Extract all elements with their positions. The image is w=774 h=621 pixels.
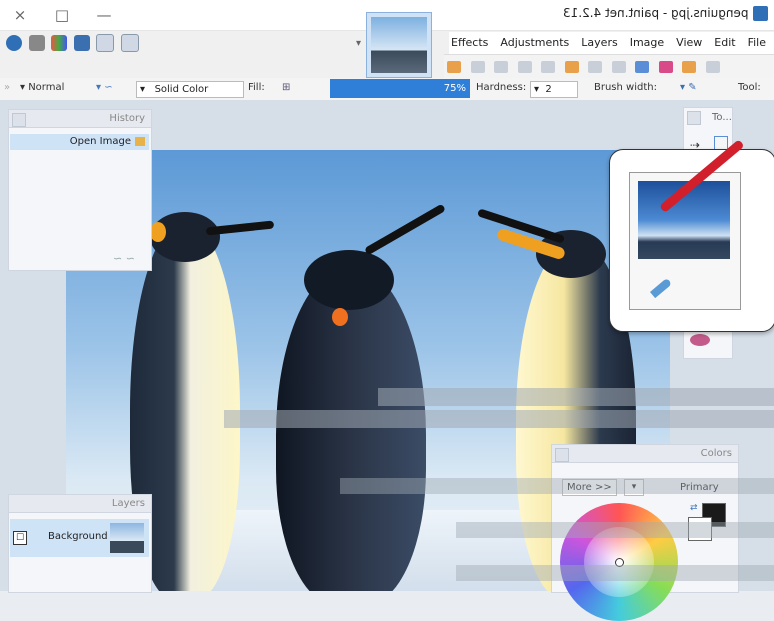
fill-label: Fill: — [248, 82, 265, 93]
settings-icon[interactable] — [28, 35, 45, 51]
chevron-down-icon[interactable]: ▾ — [356, 38, 361, 49]
tools-close-icon[interactable] — [687, 111, 701, 125]
layer-thumbnail — [110, 523, 144, 553]
penguin-center-ear — [332, 308, 348, 326]
window-title: penguins.jpg - paint.net 4.2.13 — [562, 6, 748, 20]
layer-visibility-checkbox[interactable]: ☐ — [13, 531, 27, 545]
antialias-icon[interactable]: ▾ ∽ — [96, 82, 113, 93]
menu-bar: File Edit View Image Layers Adjustments … — [449, 32, 774, 54]
app-icon — [753, 6, 768, 21]
menu-image[interactable]: Image — [630, 32, 664, 54]
layer-name: Background — [48, 531, 108, 542]
tool-options-bar: » ▾ Normal ▾ ∽ ▾ Solid Color Fill: ⊞ 75%… — [0, 78, 774, 101]
paste-new-icon[interactable] — [564, 61, 579, 73]
print-icon[interactable] — [635, 61, 649, 73]
blend-mode-dropdown[interactable]: ▾ Normal — [20, 82, 64, 93]
open-icon[interactable] — [682, 61, 696, 73]
copy-icon[interactable] — [588, 61, 602, 73]
open-image-icon — [135, 137, 145, 146]
paintbrush-tool-icon[interactable]: ▾ ✎ — [680, 82, 697, 93]
glitch-stripe — [456, 522, 774, 538]
close-button[interactable]: × — [6, 4, 34, 26]
save-icon[interactable] — [658, 61, 673, 73]
new-icon[interactable] — [705, 61, 720, 73]
swap-colors-icon[interactable]: ⇄ — [690, 503, 698, 513]
crop-icon[interactable] — [470, 61, 485, 73]
recolor-tool-icon[interactable] — [690, 334, 710, 346]
history-undo-redo-icons[interactable]: ∽ ∽ — [113, 252, 135, 265]
utility-icons — [6, 34, 142, 54]
brush-width-value: 2 — [545, 84, 552, 95]
fill-value: Solid Color — [154, 84, 209, 95]
layers-title: Layers — [9, 495, 151, 513]
maximize-button[interactable]: □ — [48, 4, 76, 26]
hardness-label: Hardness: — [476, 82, 527, 93]
history-close-icon[interactable] — [12, 113, 26, 127]
history-item[interactable]: Open Image — [10, 134, 149, 150]
brush-width-label: Brush width: — [594, 82, 657, 93]
menu-file[interactable]: File — [748, 32, 766, 54]
colors-title: Colors — [552, 445, 738, 463]
penguin-left-beak — [205, 220, 275, 236]
color-wheel[interactable] — [560, 503, 678, 621]
menu-layers[interactable]: Layers — [581, 32, 617, 54]
cut-icon[interactable] — [611, 61, 626, 73]
fill-icon: ⊞ — [282, 82, 291, 93]
undo-icon[interactable] — [517, 61, 532, 73]
overflow-icon[interactable]: » — [4, 82, 10, 93]
layers-panel: Layers ☐ Background — [8, 494, 152, 593]
menu-adjustments[interactable]: Adjustments — [500, 32, 569, 54]
menu-edit[interactable]: Edit — [714, 32, 735, 54]
glitch-stripe — [456, 565, 774, 581]
grid-icon[interactable] — [447, 61, 461, 73]
tools-title: To... — [712, 112, 732, 123]
penguin-center — [276, 265, 426, 591]
image-tab-thumbnail[interactable] — [366, 12, 432, 78]
tool-label: Tool: — [738, 82, 761, 93]
fill-dropdown[interactable]: ▾ Solid Color — [136, 81, 244, 98]
history-window-icon[interactable] — [96, 34, 114, 52]
paintnet-logo-callout — [609, 139, 774, 332]
minimize-button[interactable]: — — [90, 4, 118, 26]
help-icon[interactable] — [6, 35, 22, 51]
glitch-stripe — [224, 410, 774, 428]
layers-window-icon[interactable] — [73, 35, 90, 51]
tools-window-icon[interactable] — [120, 34, 139, 52]
glitch-stripe — [378, 388, 774, 406]
paste-icon[interactable] — [541, 61, 555, 73]
penguin-center-beak — [364, 203, 446, 256]
blend-mode-value: Normal — [28, 82, 65, 93]
menu-effects[interactable]: Effects — [451, 32, 488, 54]
hardness-slider[interactable]: 75% — [330, 79, 470, 98]
paintnet-window: × □ — penguins.jpg - paint.net 4.2.13 ▾ … — [0, 0, 774, 621]
glitch-stripe — [340, 478, 774, 494]
penguin-left-ear — [150, 222, 166, 242]
penguins-thumbnail — [371, 17, 427, 73]
colors-window-icon[interactable] — [51, 35, 67, 51]
colors-close-icon[interactable] — [555, 448, 569, 462]
brush-width-field[interactable]: ▾ 2 — [530, 81, 578, 98]
history-panel: History Open Image ∽ ∽ — [8, 109, 152, 271]
redo-icon[interactable] — [494, 61, 508, 73]
main-toolbar — [444, 54, 774, 79]
history-title: History — [9, 110, 151, 128]
penguin-center-head — [304, 250, 394, 310]
menu-view[interactable]: View — [676, 32, 702, 54]
layer-row[interactable]: ☐ Background — [10, 519, 149, 557]
